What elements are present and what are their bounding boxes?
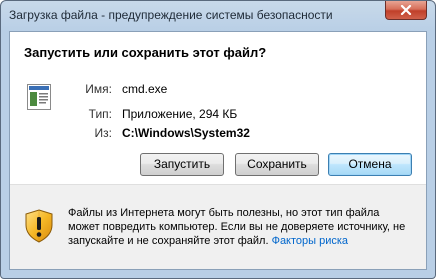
shield-warning-icon: [24, 209, 54, 248]
close-button[interactable]: [385, 1, 427, 20]
save-button[interactable]: Сохранить: [235, 153, 319, 176]
warning-line-3: запускайте и не сохраняйте этот файл. Фа…: [68, 234, 418, 248]
dialog-heading: Запустить или сохранить этот файл?: [24, 45, 267, 60]
warning-message: Файлы из Интернета могут быть полезны, н…: [68, 206, 418, 248]
dialog-body: Запустить или сохранить этот файл? Имя: …: [9, 31, 427, 270]
file-source-label: Из:: [94, 126, 112, 140]
warning-section: Файлы из Интернета могут быть полезны, н…: [10, 185, 426, 269]
file-name-value: cmd.exe: [122, 82, 168, 96]
file-type-value: Приложение, 294 КБ: [122, 107, 238, 121]
file-source-value: C:\Windows\System32: [122, 126, 250, 140]
warning-line-3-text: запускайте и не сохраняйте этот файл.: [68, 235, 272, 247]
download-warning-window: Загрузка файла - предупреждение системы …: [0, 0, 436, 279]
warning-line-1: Файлы из Интернета могут быть полезны, н…: [68, 207, 380, 219]
title-bar[interactable]: Загрузка файла - предупреждение системы …: [1, 1, 435, 31]
dialog-main-section: Запустить или сохранить этот файл? Имя: …: [10, 32, 426, 184]
close-icon: [400, 5, 412, 15]
file-type-label: Тип:: [88, 107, 112, 121]
window-title: Загрузка файла - предупреждение системы …: [9, 8, 333, 22]
file-name-label: Имя:: [85, 82, 112, 96]
warning-line-2: может повредить компьютер. Если вы не до…: [68, 221, 406, 233]
risk-factors-link[interactable]: Факторы риска: [272, 235, 348, 247]
cancel-button[interactable]: Отмена: [328, 153, 412, 176]
run-button[interactable]: Запустить: [140, 153, 224, 176]
application-file-icon: [27, 84, 51, 110]
